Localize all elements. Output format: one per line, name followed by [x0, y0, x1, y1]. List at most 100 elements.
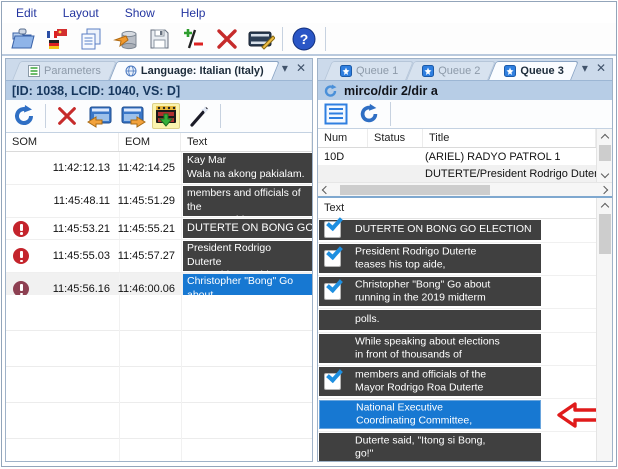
- open-button[interactable]: [8, 25, 38, 53]
- tab-label: Language: Italian (Italy): [141, 65, 264, 77]
- scroll-down-button[interactable]: [597, 167, 613, 182]
- queue-text: National Executive Coordinating Committe…: [356, 401, 472, 428]
- text-list-vscrollbar[interactable]: [596, 198, 612, 461]
- som-value: 11:45:56.16: [53, 283, 110, 295]
- queue-text-row-selected[interactable]: National Executive Coordinating Committe…: [318, 399, 596, 432]
- queue-text: Christopher "Bong" Go about running in t…: [355, 278, 490, 305]
- queue-item-row[interactable]: DUTERTE/President Rodrigo Duterte teases: [318, 165, 596, 182]
- help-button[interactable]: ?: [289, 25, 319, 53]
- refresh-button[interactable]: [10, 103, 38, 129]
- scroll-right-button[interactable]: [596, 182, 612, 197]
- globe-icon: [125, 65, 137, 77]
- tab-menu-button[interactable]: ▾: [582, 61, 588, 75]
- tab-close-button[interactable]: ✕: [296, 61, 306, 75]
- menu-layout[interactable]: Layout: [63, 6, 99, 20]
- scrollbar-thumb[interactable]: [340, 185, 490, 195]
- left-tabstrip: Parameters Language: Italian (Italy) ▾ ✕: [6, 59, 312, 80]
- video-import-button[interactable]: [152, 103, 180, 129]
- checkbox-checked[interactable]: [324, 250, 341, 267]
- help-icon: ?: [291, 26, 317, 52]
- tab-label: Queue 3: [520, 65, 563, 77]
- subtitle-row[interactable]: 11:45:53.21 11:45:55.21 DUTERTE ON BONG …: [6, 218, 312, 240]
- queue-pin-icon: [504, 65, 516, 77]
- scrollbar-thumb[interactable]: [599, 214, 611, 254]
- column-text[interactable]: Text: [181, 133, 312, 151]
- tab-queue-1[interactable]: Queue 1: [328, 61, 410, 80]
- subtitle-text[interactable]: DUTERTE ON BONG GO ELECTION: [183, 219, 312, 238]
- warning-icon: [13, 248, 29, 264]
- checkbox-checked[interactable]: [324, 283, 341, 300]
- list-view-button[interactable]: [322, 101, 350, 127]
- subtitle-text[interactable]: Kay Mar Wala na akong pakialam.: [183, 153, 312, 183]
- copy-pages-icon: [79, 27, 103, 51]
- scroll-up-button[interactable]: [597, 198, 613, 213]
- som-value: 11:45:48.11: [54, 195, 110, 207]
- tab-menu-button[interactable]: ▾: [282, 61, 288, 75]
- queue-text-row[interactable]: polls.: [318, 309, 596, 333]
- queue-text-row[interactable]: President Rodrigo Duterte teases his top…: [318, 243, 596, 276]
- save-button[interactable]: [144, 25, 174, 53]
- menu-bar: Edit Layout Show Help: [2, 2, 616, 23]
- queue-text-row[interactable]: While speaking about elections in front …: [318, 333, 596, 366]
- column-title[interactable]: Title: [423, 129, 596, 147]
- scroll-up-button[interactable]: [597, 129, 613, 144]
- tab-queue-2[interactable]: Queue 2: [410, 61, 492, 80]
- column-som[interactable]: SOM: [6, 133, 119, 151]
- queue-text-row[interactable]: DUTERTE ON BONG GO ELECTION: [318, 219, 596, 243]
- tab-language-italian[interactable]: Language: Italian (Italy): [113, 61, 276, 80]
- queue-text-row[interactable]: members and officials of the Mayor Rodri…: [318, 366, 596, 399]
- subtitle-row[interactable]: 11:45:48.11 11:45:51.29 members and offi…: [6, 185, 312, 218]
- refresh-queue-button[interactable]: [355, 101, 383, 127]
- som-value: 11:45:53.21: [53, 223, 110, 235]
- menu-show[interactable]: Show: [125, 6, 155, 20]
- video-back-button[interactable]: [86, 103, 114, 129]
- queue-text-row[interactable]: Christopher "Bong" Go about running in t…: [318, 276, 596, 309]
- list-view-icon: [324, 103, 348, 125]
- left-tab-controls: ▾ ✕: [282, 61, 306, 75]
- language-panel: Parameters Language: Italian (Italy) ▾ ✕…: [5, 58, 313, 462]
- column-eom[interactable]: EOM: [119, 133, 181, 151]
- toolbar-separator: [390, 102, 391, 126]
- delete-subtitle-button[interactable]: [53, 103, 81, 129]
- video-forward-button[interactable]: [119, 103, 147, 129]
- queue-item-row[interactable]: 10D (ARIEL) RADYO PATROL 1: [318, 148, 596, 165]
- floppy-icon: [147, 27, 171, 51]
- menu-help[interactable]: Help: [181, 6, 206, 20]
- languages-button[interactable]: [42, 25, 72, 53]
- eom-value: 11:45:51.29: [118, 195, 175, 207]
- eom-value: 11:45:57.27: [118, 250, 175, 262]
- scroll-left-button[interactable]: [318, 182, 334, 197]
- magic-wand-button[interactable]: [185, 103, 213, 129]
- queue-table-hscrollbar[interactable]: [318, 182, 612, 196]
- tab-parameters[interactable]: Parameters: [16, 61, 113, 80]
- video-button[interactable]: [246, 25, 276, 53]
- subtitle-text[interactable]: members and officials of the Mayor Rodri…: [183, 186, 312, 216]
- open-folder-icon: [10, 27, 36, 51]
- delete-button[interactable]: [212, 25, 242, 53]
- queue-table-header: Num Status Title: [318, 129, 596, 148]
- queue-text-row[interactable]: Duterte said, "Itong si Bong, go!": [318, 432, 596, 461]
- queue-pin-icon: [340, 65, 352, 77]
- film-icon: [247, 27, 275, 51]
- scrollbar-thumb[interactable]: [599, 145, 611, 161]
- add-remove-button[interactable]: [178, 25, 208, 53]
- copy-button[interactable]: [76, 25, 106, 53]
- column-status[interactable]: Status: [368, 129, 423, 147]
- tab-close-button[interactable]: ✕: [596, 61, 606, 75]
- left-panel-header: [ID: 1038, LCID: 1040, VS: D]: [6, 80, 312, 100]
- column-num[interactable]: Num: [318, 129, 368, 147]
- checkbox-checked[interactable]: [324, 373, 341, 390]
- checkbox-checked[interactable]: [324, 221, 341, 238]
- red-x-icon: [215, 27, 239, 51]
- export-button[interactable]: [110, 25, 140, 53]
- queue-items-table: Num Status Title 10D (ARIEL) RADYO PATRO…: [318, 129, 612, 182]
- subtitle-row[interactable]: 11:42:12.13 11:42:14.25 Kay Mar Wala na …: [6, 152, 312, 185]
- subtitle-row[interactable]: 11:45:55.03 11:45:57.27 President Rodrig…: [6, 240, 312, 273]
- menu-edit[interactable]: Edit: [16, 6, 37, 20]
- queue-path-label: mirco/dir 2/dir a: [344, 84, 438, 98]
- subtitle-text[interactable]: President Rodrigo Duterte teases his top…: [183, 241, 312, 271]
- tab-queue-3[interactable]: Queue 3: [492, 61, 575, 80]
- column-text[interactable]: Text: [318, 198, 596, 218]
- som-value: 11:42:12.13: [53, 162, 110, 174]
- queue-table-vscrollbar[interactable]: [596, 129, 612, 182]
